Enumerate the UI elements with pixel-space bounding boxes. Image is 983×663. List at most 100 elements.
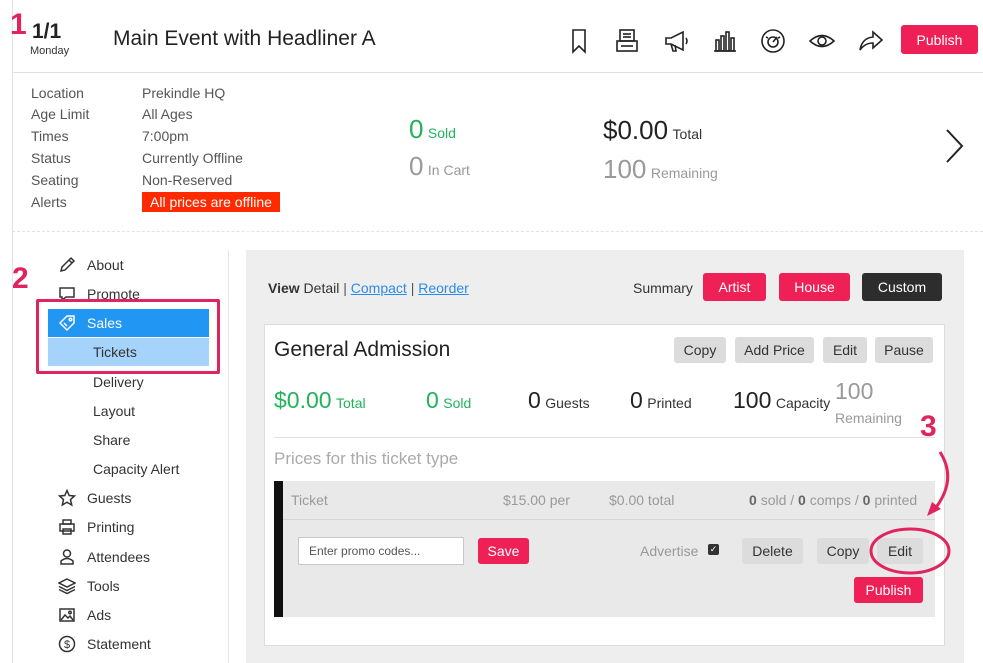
ticket-guests-label: Guests: [545, 395, 590, 411]
sidebar-divider: [228, 250, 229, 663]
price-delete-button[interactable]: Delete: [742, 538, 803, 564]
svg-text:$: $: [64, 639, 70, 651]
price-total: $0.00 total: [609, 492, 675, 508]
alert-badge: All prices are offline: [142, 192, 280, 212]
price-publish-button[interactable]: Publish: [854, 577, 923, 603]
sidebar-item-label: Tools: [87, 578, 120, 594]
ticket-remaining-label: Remaining: [835, 410, 902, 426]
annotation-number-1: 1: [10, 8, 27, 41]
remaining-stat: 100 Remaining: [603, 154, 718, 185]
card-divider: [274, 437, 935, 438]
page-left-border: [12, 0, 13, 663]
ticket-capacity-stat: 100 Capacity: [733, 387, 830, 414]
ticket-sold-count: 0: [426, 387, 439, 413]
share-icon[interactable]: [855, 26, 887, 56]
eye-icon[interactable]: [806, 26, 838, 56]
event-title: Main Event with Headliner A: [113, 27, 376, 50]
dollar-icon: $: [55, 634, 79, 654]
ticket-type-copy-button[interactable]: Copy: [674, 337, 726, 363]
sidebar-item-about[interactable]: About: [55, 252, 124, 278]
sidebar-item-statement[interactable]: $ Statement: [55, 631, 151, 657]
info-divider: [12, 231, 983, 232]
view-compact-link[interactable]: Compact: [351, 280, 407, 296]
sidebar-item-label: About: [87, 257, 124, 273]
bar-chart-icon[interactable]: [709, 26, 741, 56]
publish-event-button[interactable]: Publish: [901, 25, 978, 54]
ticket-total-stat: $0.00 Total: [274, 387, 366, 414]
view-separator: |: [410, 280, 415, 296]
sidebar-item-printing[interactable]: Printing: [55, 514, 134, 540]
ticket-guests-stat: 0 Guests: [528, 387, 590, 414]
ticket-capacity-count: 100: [733, 387, 772, 413]
ticket-capacity-label: Capacity: [775, 395, 831, 411]
summary-artist-button[interactable]: Artist: [703, 273, 766, 301]
view-detail: Detail: [303, 280, 340, 296]
ticket-sold-label: Sold: [443, 395, 472, 411]
in-cart-count: 0: [409, 151, 424, 181]
sidebar-item-delivery[interactable]: Delivery: [93, 369, 144, 395]
sidebar-item-ads[interactable]: Ads: [55, 602, 111, 628]
age-limit-value: All Ages: [142, 106, 193, 122]
pencil-icon: [55, 255, 79, 275]
printer-icon: [55, 517, 79, 537]
location-value: Prekindle HQ: [142, 85, 226, 101]
sidebar-item-label: Ads: [87, 607, 112, 623]
bookmark-icon[interactable]: [563, 26, 595, 56]
sidebar-item-share[interactable]: Share: [93, 427, 130, 453]
megaphone-icon[interactable]: [660, 26, 692, 56]
age-limit-label: Age Limit: [31, 106, 90, 122]
add-price-button[interactable]: Add Price: [735, 337, 814, 363]
price-row-divider: [283, 519, 935, 520]
seating-label: Seating: [31, 172, 79, 188]
dashboard-icon[interactable]: [757, 26, 789, 56]
summary-custom-button[interactable]: Custom: [862, 273, 942, 301]
next-event-chevron-icon[interactable]: [940, 126, 968, 166]
sidebar-item-capacity-alert[interactable]: Capacity Alert: [93, 456, 179, 482]
view-reorder-link[interactable]: Reorder: [418, 280, 469, 296]
pause-button[interactable]: Pause: [875, 337, 933, 363]
ticket-sold-stat: 0 Sold: [426, 387, 471, 414]
ticket-printed-count: 0: [630, 387, 643, 413]
sidebar-item-attendees[interactable]: Attendees: [55, 544, 150, 570]
total-stat: $0.00 Total: [603, 115, 702, 146]
sold-label: Sold: [427, 125, 456, 141]
sidebar-item-label: Statement: [87, 636, 151, 652]
ticket-type-edit-button[interactable]: Edit: [823, 337, 867, 363]
person-icon: [55, 547, 79, 567]
sidebar-item-tools[interactable]: Tools: [55, 573, 120, 599]
ticket-total-amount: $0.00: [274, 387, 332, 413]
price-sold-text: sold /: [760, 492, 795, 508]
header-divider: [12, 72, 983, 73]
image-icon: [55, 605, 79, 625]
remaining-count: 100: [603, 154, 647, 184]
view-mode-switcher: View Detail | Compact | Reorder: [268, 280, 469, 296]
promo-code-input[interactable]: [298, 537, 464, 565]
ticket-printed-label: Printed: [647, 395, 692, 411]
annotation-highlight-box: [36, 299, 220, 374]
times-label: Times: [31, 128, 69, 144]
summary-house-button[interactable]: House: [779, 273, 850, 301]
in-cart-stat: 0 In Cart: [409, 151, 470, 182]
event-manager-page: 1 1/1 Monday Main Event with Headliner A…: [0, 0, 983, 663]
ticket-remaining-count: 100: [835, 378, 874, 404]
ticket-total-label: Total: [336, 395, 366, 411]
sidebar-item-label: Printing: [87, 519, 135, 535]
sidebar-item-guests[interactable]: Guests: [55, 485, 131, 511]
in-cart-label: In Cart: [427, 162, 470, 178]
event-day: Monday: [30, 45, 70, 57]
sidebar-item-label: Guests: [87, 490, 132, 506]
annotation-number-2: 2: [12, 262, 29, 295]
alerts-label: Alerts: [31, 194, 67, 210]
register-icon[interactable]: [611, 26, 643, 56]
price-comps-count: 0: [798, 492, 806, 508]
sold-count: 0: [409, 114, 424, 144]
advertise-checkbox[interactable]: ✓: [708, 544, 719, 555]
price-name: Ticket: [291, 492, 328, 508]
ticket-type-title: General Admission: [274, 338, 451, 361]
seating-value: Non-Reserved: [142, 172, 233, 188]
times-value: 7:00pm: [142, 128, 189, 144]
sidebar-item-layout[interactable]: Layout: [93, 398, 135, 424]
layers-icon: [55, 576, 79, 596]
save-promo-button[interactable]: Save: [478, 538, 529, 564]
price-row-indicator: [274, 481, 283, 617]
